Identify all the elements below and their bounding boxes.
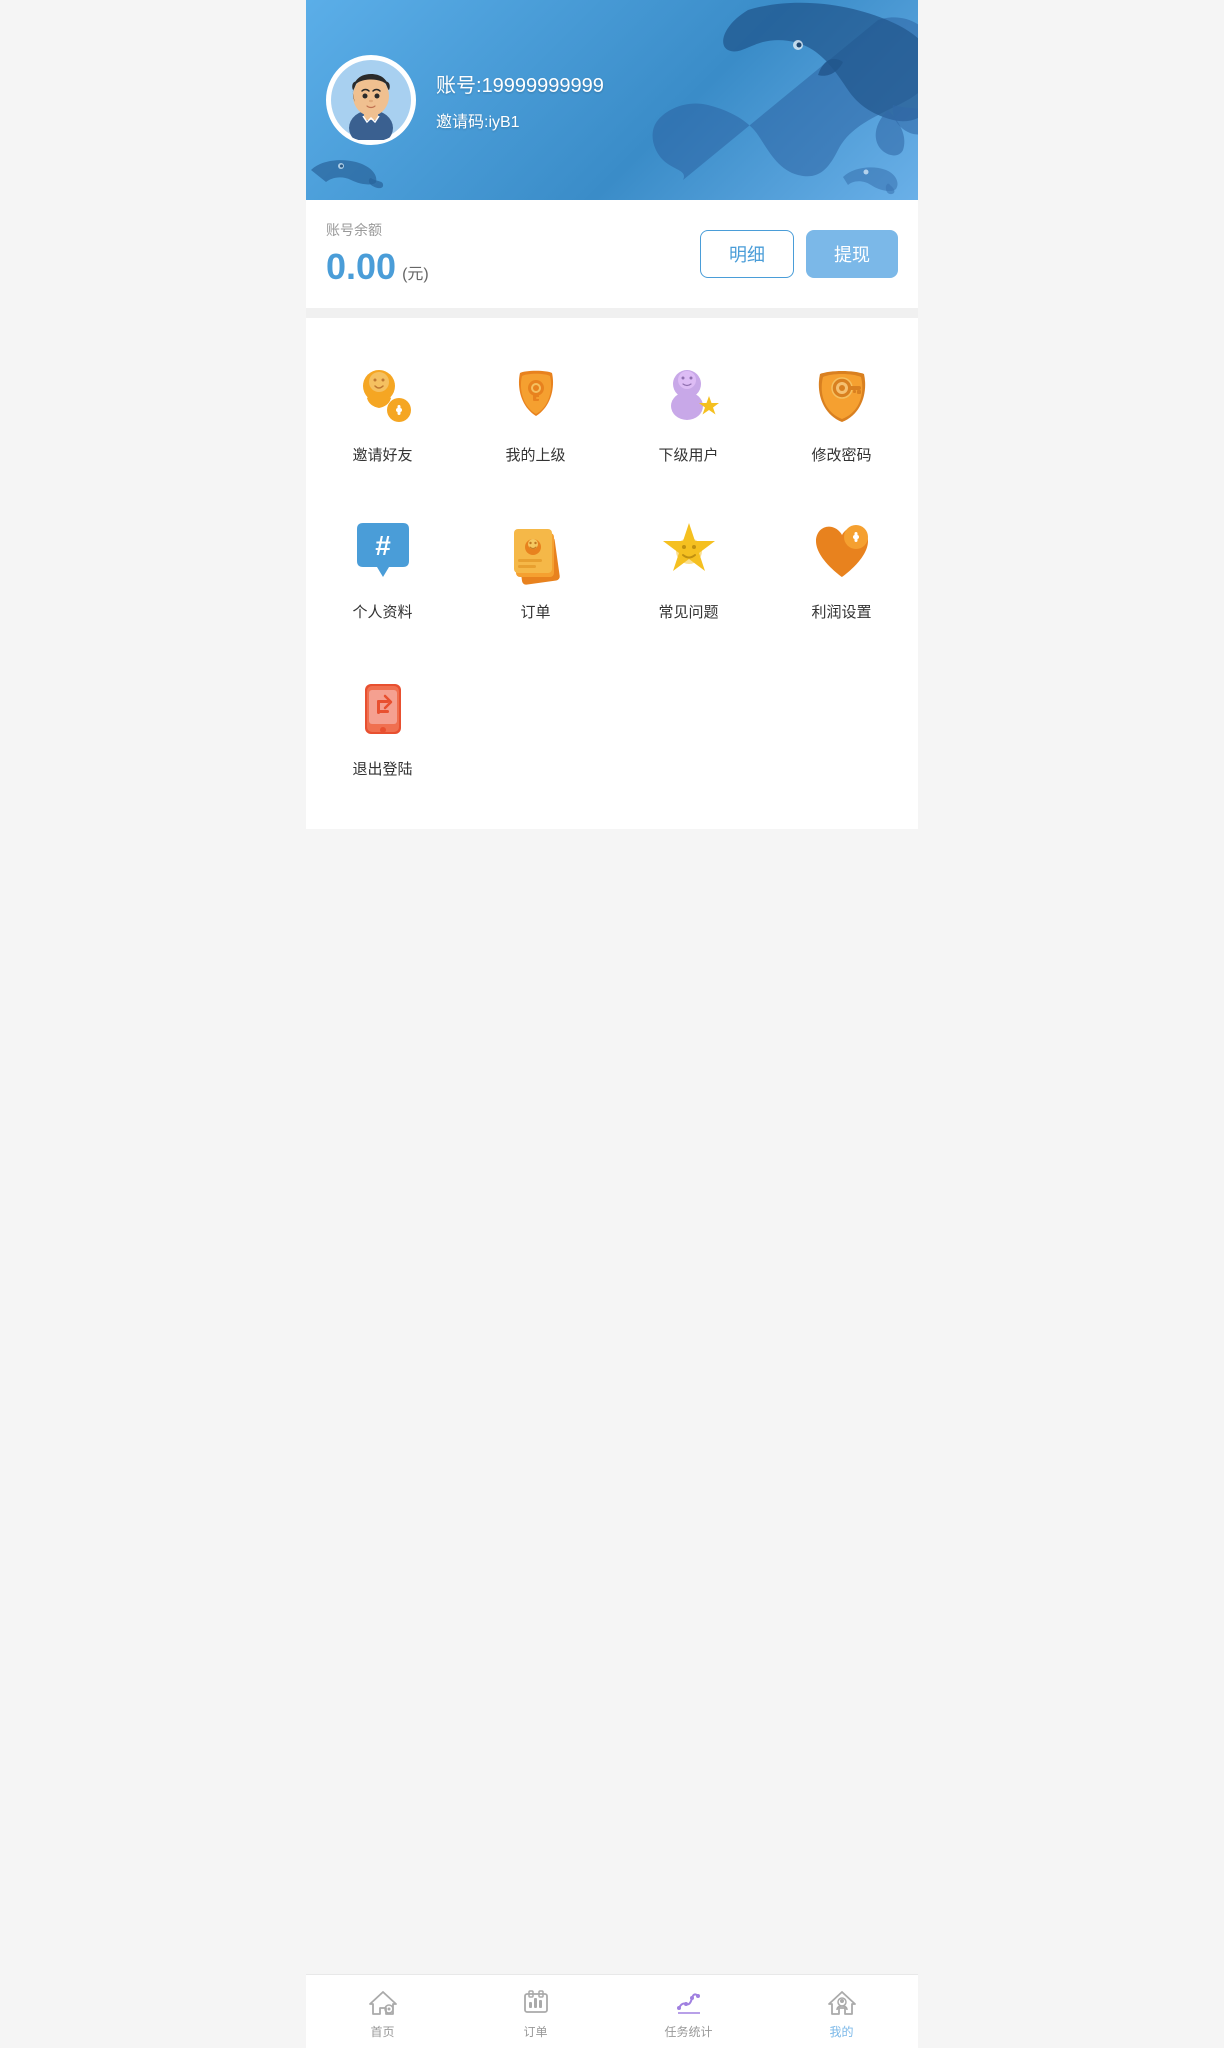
section-divider (306, 308, 918, 318)
detail-button[interactable]: 明细 (700, 230, 794, 278)
menu-item-faq[interactable]: 常见问题 (612, 505, 765, 632)
nav-item-tasks[interactable]: 任务统计 (612, 1987, 765, 2040)
nav-item-orders[interactable]: 订单 (459, 1987, 612, 2040)
profile-icon: # (347, 515, 419, 587)
menu-item-profit-settings[interactable]: 利润设置 (765, 505, 918, 632)
menu-item-logout[interactable]: 退出登陆 (306, 662, 459, 789)
nav-mine-icon (826, 1987, 858, 2019)
menu-row-1: 邀请好友 我的上级 (306, 338, 918, 495)
account-number: 账号:19999999999 (436, 69, 604, 98)
sub-users-label: 下级用户 (658, 444, 718, 465)
menu-row-2: # 个人资料 (306, 495, 918, 652)
svg-text:#: # (375, 530, 391, 561)
profit-settings-icon (806, 515, 878, 587)
empty-cell-1 (459, 662, 612, 789)
avatar[interactable] (326, 55, 416, 145)
change-password-label: 修改密码 (811, 444, 871, 465)
nav-orders-icon (520, 1987, 552, 2019)
withdraw-button[interactable]: 提现 (806, 230, 898, 278)
menu-grid: 邀请好友 我的上级 (306, 318, 918, 829)
balance-section: 账号余额 0.00 (元) 明细 提现 (306, 200, 918, 308)
menu-item-sub-users[interactable]: 下级用户 (612, 348, 765, 475)
nav-mine-label: 我的 (829, 2023, 853, 2040)
balance-buttons: 明细 提现 (700, 230, 898, 278)
my-superior-icon (500, 358, 572, 430)
logout-label: 退出登陆 (352, 758, 412, 779)
nav-orders-label: 订单 (523, 2023, 547, 2040)
nav-tasks-icon (673, 1987, 705, 2019)
empty-cell-2 (612, 662, 765, 789)
empty-cell-3 (765, 662, 918, 789)
sub-users-icon (653, 358, 725, 430)
profit-settings-label: 利润设置 (811, 601, 871, 622)
menu-row-3: 退出登陆 (306, 652, 918, 809)
nav-tasks-label: 任务统计 (664, 2023, 712, 2040)
invite-friends-icon (347, 358, 419, 430)
nav-item-mine[interactable]: 我的 (765, 1987, 918, 2040)
nav-item-home[interactable]: 首页 (306, 1987, 459, 2040)
orders-icon (500, 515, 572, 587)
balance-value: 0.00 (326, 246, 396, 288)
whale-small-right-icon (838, 155, 898, 195)
balance-amount: 0.00 (元) (326, 246, 429, 288)
header-banner: 账号:19999999999 邀请码:iyB1 (306, 0, 918, 200)
balance-unit: (元) (402, 260, 429, 284)
bottom-nav: 首页 订单 (306, 1974, 918, 2048)
invite-friends-label: 邀请好友 (352, 444, 412, 465)
faq-icon (653, 515, 725, 587)
change-password-icon (806, 358, 878, 430)
orders-label: 订单 (520, 601, 550, 622)
menu-item-change-password[interactable]: 修改密码 (765, 348, 918, 475)
balance-left: 账号余额 0.00 (元) (326, 220, 429, 288)
invite-code: 邀请码:iyB1 (436, 108, 604, 132)
balance-label: 账号余额 (326, 220, 429, 240)
faq-label: 常见问题 (658, 601, 718, 622)
nav-home-label: 首页 (370, 2023, 394, 2040)
menu-item-my-superior[interactable]: 我的上级 (459, 348, 612, 475)
whale-small-left-icon (306, 140, 386, 190)
home-icon (367, 1987, 399, 2019)
my-superior-label: 我的上级 (505, 444, 565, 465)
menu-item-orders[interactable]: 订单 (459, 505, 612, 632)
bottom-spacer (306, 829, 918, 909)
user-info: 账号:19999999999 邀请码:iyB1 (436, 69, 604, 132)
menu-item-profile[interactable]: # 个人资料 (306, 505, 459, 632)
menu-item-invite-friends[interactable]: 邀请好友 (306, 348, 459, 475)
logout-icon (347, 672, 419, 744)
profile-label: 个人资料 (352, 601, 412, 622)
